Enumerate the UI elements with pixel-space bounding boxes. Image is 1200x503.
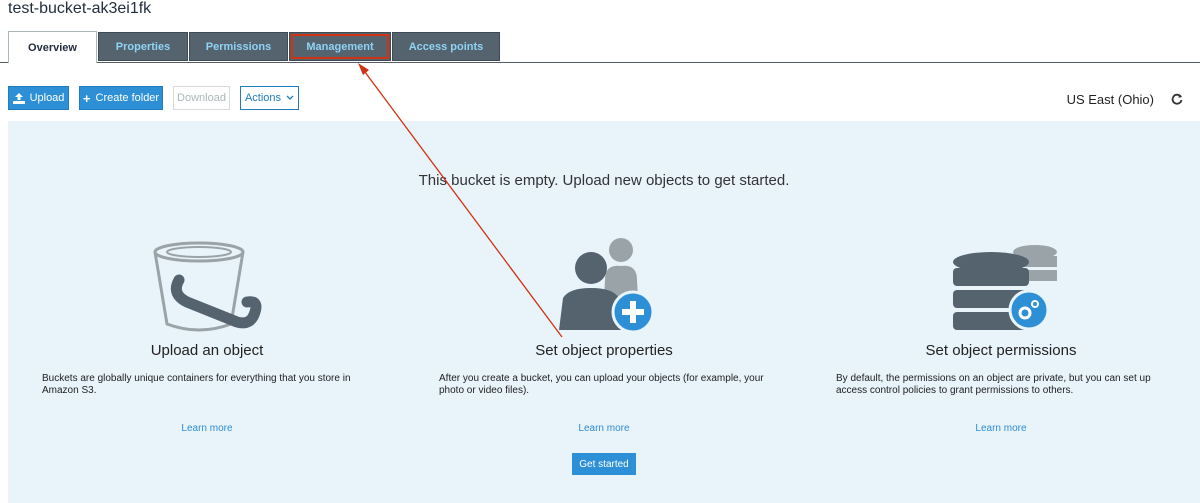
empty-bucket-message: This bucket is empty. Upload new objects… xyxy=(418,172,790,189)
tab-permissions[interactable]: Permissions xyxy=(189,32,288,61)
empty-bucket-panel: This bucket is empty. Upload new objects… xyxy=(8,121,1200,503)
upload-object-title: Upload an object xyxy=(150,342,264,359)
learn-more-link[interactable]: Learn more xyxy=(439,423,769,434)
upload-button[interactable]: Upload xyxy=(8,86,69,110)
region-label: US East (Ohio) xyxy=(1066,92,1154,107)
tab-bar: Overview Properties Permissions Manageme… xyxy=(0,31,1200,63)
plus-icon: + xyxy=(82,90,91,106)
object-properties-card: Set object properties After you create a… xyxy=(439,236,769,434)
create-folder-label: Create folder xyxy=(95,92,160,104)
bucket-illustration-icon xyxy=(153,241,262,332)
object-permissions-card: Set object permissions By default, the p… xyxy=(836,236,1166,434)
database-gear-icon xyxy=(953,245,1057,331)
get-started-button[interactable]: Get started xyxy=(572,453,636,475)
chevron-down-icon xyxy=(286,95,294,100)
tab-management[interactable]: Management xyxy=(289,32,391,61)
object-permissions-description: By default, the permissions on an object… xyxy=(836,373,1151,396)
upload-object-card: Upload an object Buckets are globally un… xyxy=(42,236,372,434)
tab-overview[interactable]: Overview xyxy=(8,31,97,63)
object-permissions-title: Set object permissions xyxy=(925,342,1077,359)
tab-access-points[interactable]: Access points xyxy=(392,32,500,61)
download-button[interactable]: Download xyxy=(173,86,230,110)
upload-object-description: Buckets are globally unique containers f… xyxy=(42,373,351,396)
learn-more-link[interactable]: Learn more xyxy=(42,423,372,434)
refresh-icon[interactable] xyxy=(1171,92,1183,108)
users-add-icon xyxy=(559,238,655,334)
actions-dropdown[interactable]: Actions xyxy=(240,86,299,110)
upload-icon xyxy=(12,92,25,104)
upload-label: Upload xyxy=(29,92,65,104)
tab-properties[interactable]: Properties xyxy=(98,32,188,61)
object-properties-title: Set object properties xyxy=(535,342,673,359)
actions-label: Actions xyxy=(244,92,282,104)
object-properties-description: After you create a bucket, you can uploa… xyxy=(439,373,764,396)
create-folder-button[interactable]: + Create folder xyxy=(79,86,163,110)
learn-more-link[interactable]: Learn more xyxy=(836,423,1166,434)
bucket-title: test-bucket-ak3ei1fk xyxy=(8,0,152,17)
